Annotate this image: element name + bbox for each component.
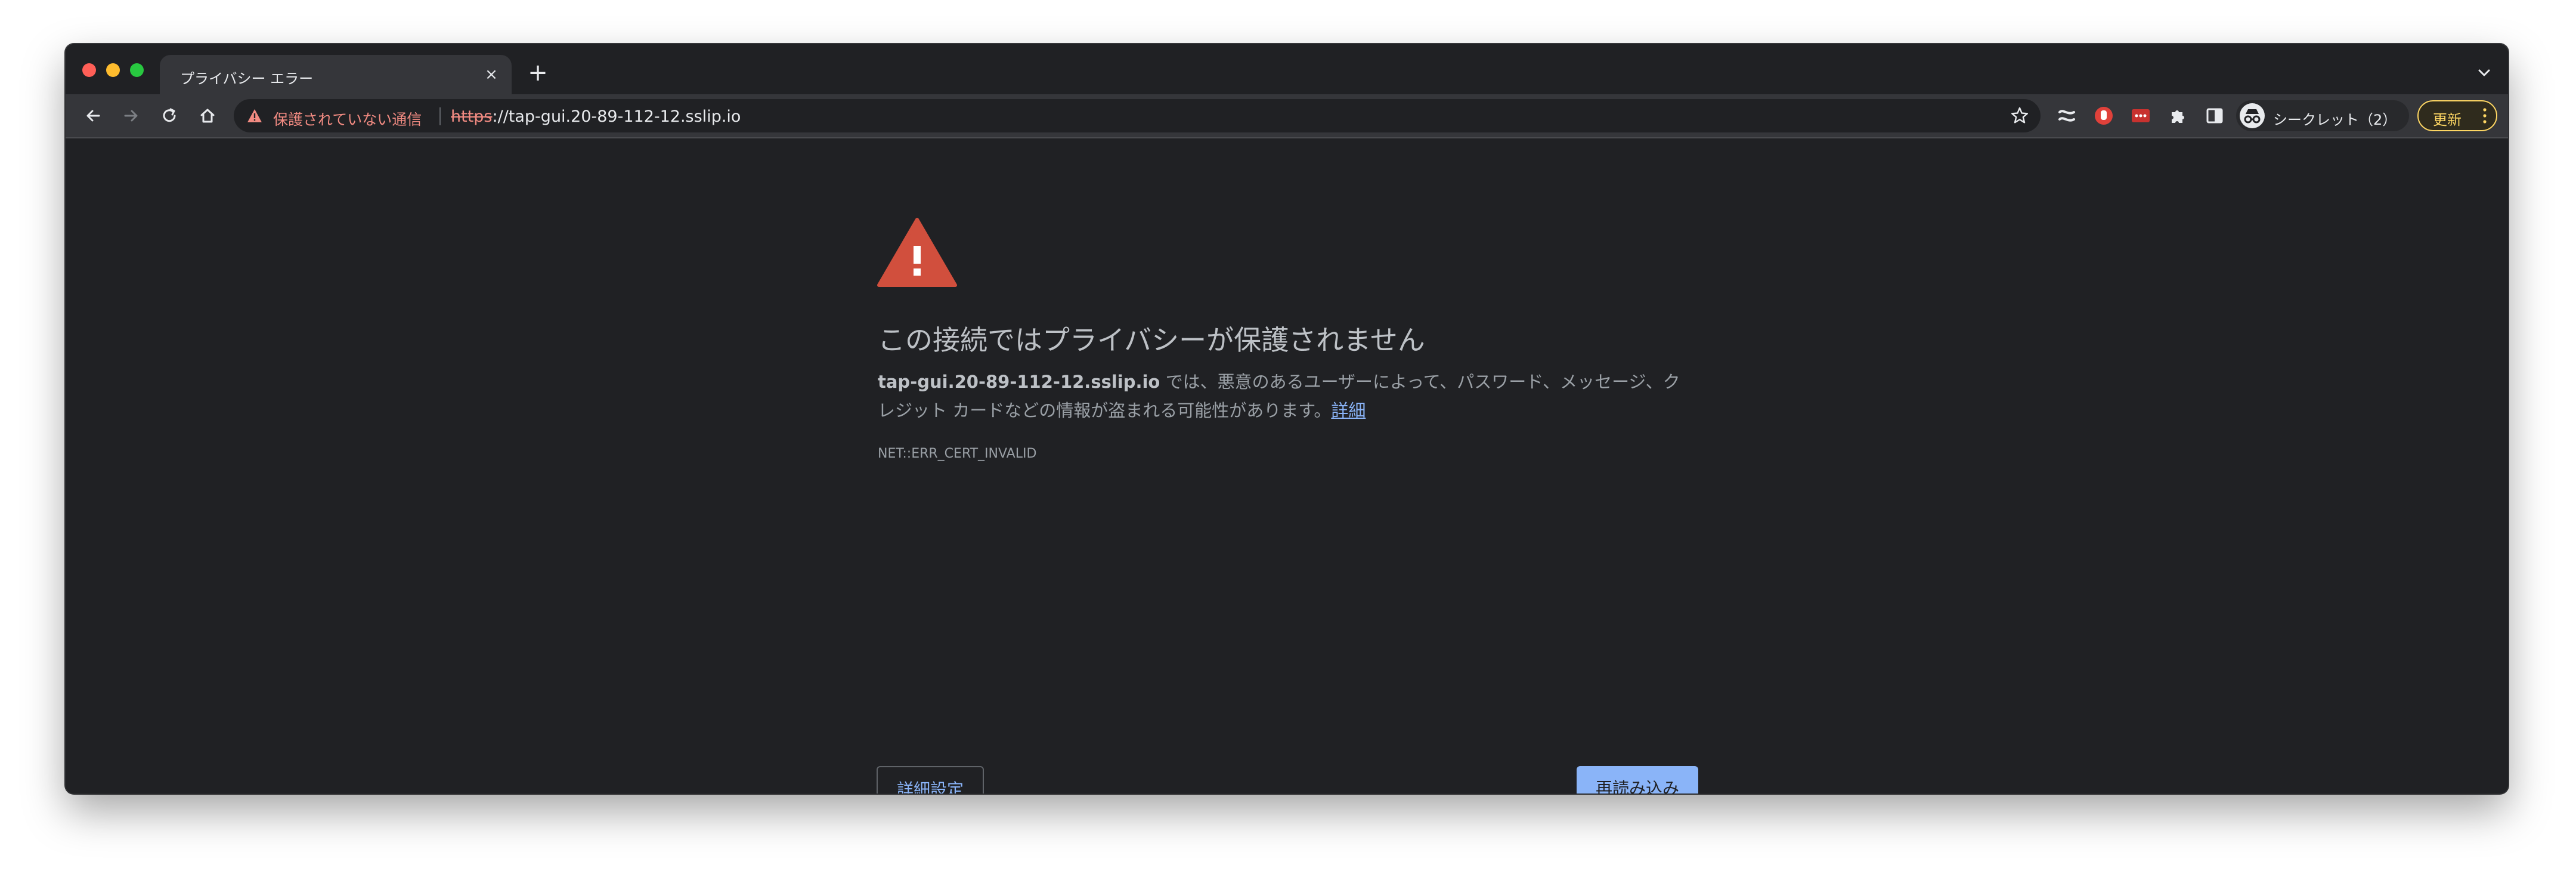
advanced-button[interactable]: 詳細設定 <box>877 766 984 794</box>
address-bar[interactable]: 保護されていない通信 https://tap-gui.20-89-112-12.… <box>234 99 2041 132</box>
danger-triangle-icon <box>877 218 957 287</box>
puzzle-icon <box>2172 110 2184 123</box>
extension-lastpass-button[interactable] <box>2130 105 2151 126</box>
back-button[interactable] <box>81 104 105 128</box>
warning-icon[interactable] <box>247 109 262 123</box>
extension-sync-button[interactable] <box>2056 105 2077 126</box>
reload-icon <box>163 108 176 122</box>
url-host: ://tap-gui.20-89-112-12.sslip.io <box>492 107 741 126</box>
forward-button[interactable] <box>119 104 143 128</box>
toolbar: 保護されていない通信 https://tap-gui.20-89-112-12.… <box>66 94 2508 138</box>
error-description: tap-gui.20-89-112-12.sslip.io では、悪意のあるユー… <box>878 368 1695 425</box>
tab-privacy-error[interactable]: プライバシー エラー × <box>160 55 512 94</box>
side-panel-button[interactable] <box>2204 105 2225 126</box>
arrow-right-icon <box>124 110 138 122</box>
reload-button[interactable] <box>157 104 181 128</box>
url-text[interactable]: https://tap-gui.20-89-112-12.sslip.io <box>451 107 741 126</box>
interstitial-page: この接続ではプライバシーが保護されません tap-gui.20-89-112-1… <box>66 138 2508 794</box>
incognito-icon <box>2240 103 2265 128</box>
host-name: tap-gui.20-89-112-12.sslip.io <box>878 372 1160 392</box>
new-tab-button[interactable]: + <box>525 60 551 86</box>
tab-close-icon[interactable]: × <box>482 65 501 84</box>
incognito-profile-button[interactable]: シークレット（2） <box>2236 100 2409 131</box>
dots-extension-icon <box>2132 109 2150 122</box>
chevron-down-icon <box>2478 69 2490 76</box>
reload-page-button[interactable]: 再読み込み <box>1577 766 1698 794</box>
url-scheme: https <box>451 107 493 126</box>
kebab-menu-icon <box>2483 108 2487 124</box>
omnibox-divider <box>439 107 441 125</box>
tab-title: プライバシー エラー <box>180 70 314 87</box>
update-label: 更新 <box>2433 112 2462 128</box>
page-title: この接続ではプライバシーが保護されません <box>878 324 1425 356</box>
browser-window: プライバシー エラー × + 保護されていない通信 https://tap-gu… <box>66 44 2508 794</box>
details-link[interactable]: 詳細 <box>1331 400 1366 421</box>
tab-search-button[interactable] <box>2472 61 2496 85</box>
error-code: NET::ERR_CERT_INVALID <box>878 446 1037 461</box>
minimize-window-button[interactable] <box>106 63 120 77</box>
profile-label: シークレット（2） <box>2273 112 2397 128</box>
hand-stop-icon <box>2095 107 2113 125</box>
home-icon <box>200 109 215 123</box>
update-menu-button[interactable]: 更新 <box>2417 100 2497 131</box>
sync-extension-icon <box>2058 110 2075 122</box>
maximize-window-button[interactable] <box>130 63 144 77</box>
not-secure-label[interactable]: 保護されていない通信 <box>273 108 422 129</box>
tab-strip: プライバシー エラー × + <box>66 44 2508 94</box>
arrow-left-icon <box>86 110 100 122</box>
extension-adblock-button[interactable] <box>2093 105 2114 126</box>
home-button[interactable] <box>196 104 219 128</box>
bookmark-star-icon[interactable] <box>2010 106 2030 126</box>
side-panel-icon <box>2206 108 2223 124</box>
close-window-button[interactable] <box>82 63 96 77</box>
extensions-menu-button[interactable] <box>2167 105 2188 126</box>
